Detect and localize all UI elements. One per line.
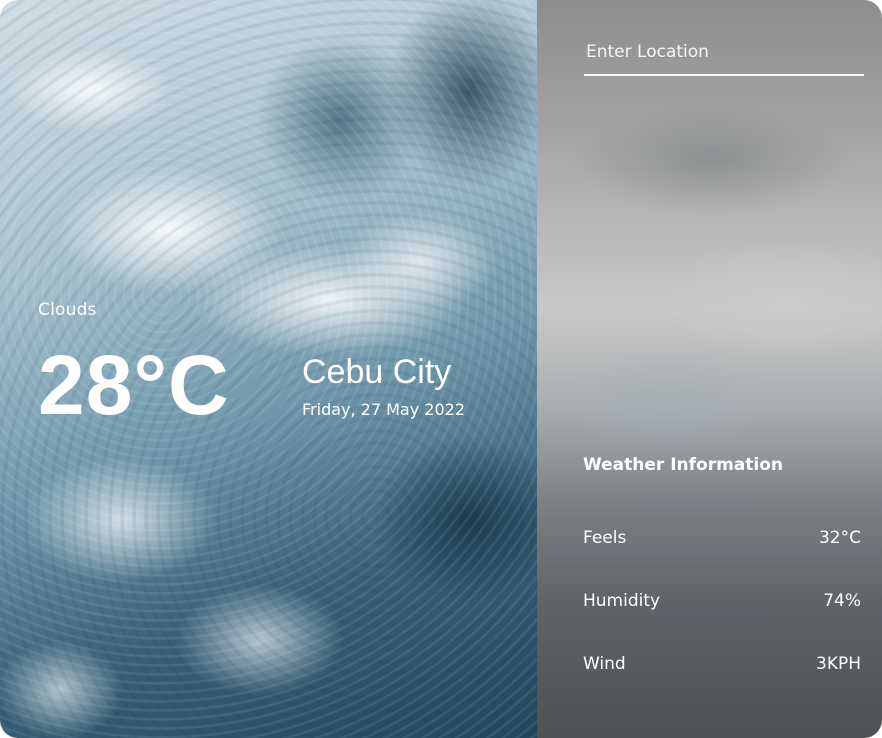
city-name: Cebu City — [302, 353, 452, 391]
info-label: Wind — [583, 654, 626, 674]
ocean-background-image: Clouds 28°C Cebu City Friday, 27 May 202… — [0, 0, 537, 738]
weather-sidebar: Weather Information Feels 32°C Humidity … — [537, 0, 882, 738]
weather-condition: Clouds — [38, 300, 97, 320]
info-row-wind: Wind 3KPH — [583, 652, 861, 676]
current-date: Friday, 27 May 2022 — [302, 400, 465, 419]
info-row-humidity: Humidity 74% — [583, 589, 861, 613]
current-temperature: 28°C — [38, 338, 230, 432]
info-label: Feels — [583, 528, 627, 548]
info-label: Humidity — [583, 591, 661, 611]
info-row-feels: Feels 32°C — [583, 526, 861, 550]
weather-app: Clouds 28°C Cebu City Friday, 27 May 202… — [0, 0, 882, 738]
weather-info-title: Weather Information — [583, 455, 784, 475]
info-value: 32°C — [818, 528, 861, 548]
info-value: 3KPH — [816, 654, 861, 674]
info-value: 74% — [823, 591, 861, 611]
location-search-input[interactable] — [584, 40, 864, 76]
